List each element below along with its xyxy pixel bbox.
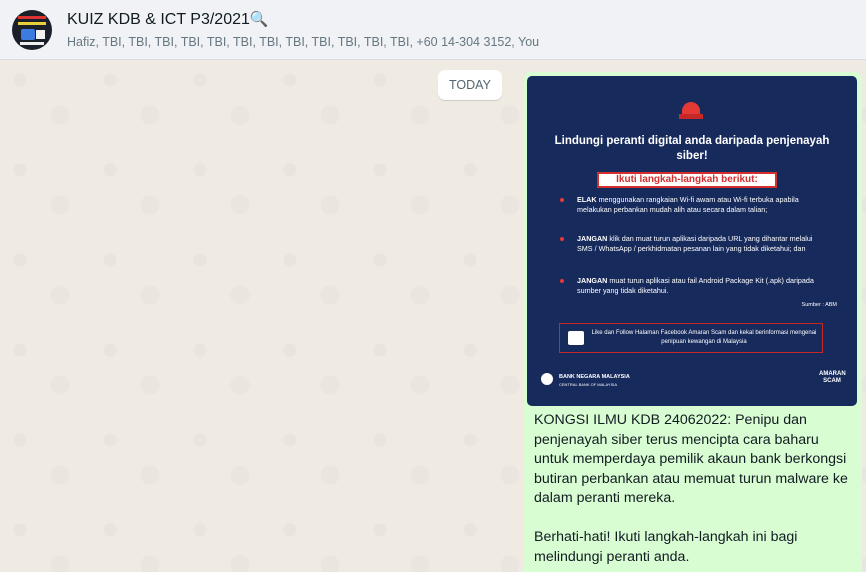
item-keyword: JANGAN [577, 234, 608, 243]
group-title-text: KUIZ KDB & ICT P3/2021 [67, 11, 250, 28]
item-text: klik dan muat turun aplikasi daripada UR… [577, 234, 813, 253]
bank-name: BANK NEGARA MALAYSIA [559, 374, 630, 380]
item-text: menggunakan rangkaian Wi-fi awam atau Wi… [577, 195, 799, 214]
chat-header[interactable]: KUIZ KDB & ICT P3/2021🔍 Hafiz, TBI, TBI,… [0, 0, 866, 60]
chat-panel[interactable]: TODAY Lindungi peranti digital anda dari… [0, 60, 866, 572]
message-text[interactable]: KONGSI ILMU KDB 24062022: Penipu dan pen… [534, 411, 856, 567]
poster-item: JANGAN klik dan muat turun aplikasi dari… [577, 234, 827, 254]
siren-icon [678, 98, 704, 120]
item-keyword: ELAK [577, 195, 597, 204]
poster-source: Sumber : ABM [801, 302, 837, 308]
group-avatar[interactable] [12, 10, 52, 50]
poster-item: ELAK menggunakan rangkaian Wi-fi awam at… [577, 195, 827, 215]
date-divider: TODAY [438, 70, 502, 100]
thumbs-up-icon [568, 331, 584, 345]
scam-logo-top: AMARAN [819, 371, 846, 377]
group-title[interactable]: KUIZ KDB & ICT P3/2021🔍 [67, 10, 269, 29]
group-participants[interactable]: Hafiz, TBI, TBI, TBI, TBI, TBI, TBI, TBI… [67, 35, 539, 49]
magnifier-icon: 🔍 [249, 11, 269, 28]
bnm-logo-icon [541, 373, 553, 385]
outgoing-message-bubble[interactable]: Lindungi peranti digital anda daripada p… [524, 72, 862, 572]
bullet-icon [560, 198, 564, 202]
item-keyword: JANGAN [577, 276, 608, 285]
item-text: muat turun aplikasi atau fail Android Pa… [577, 276, 814, 295]
bank-subname: CENTRAL BANK OF MALAYSIA [559, 382, 618, 387]
poster-banner: Ikuti langkah-langkah berikut: [597, 172, 777, 188]
bullet-icon [560, 237, 564, 241]
follow-box: Like dan Follow Halaman Facebook Amaran … [559, 323, 823, 353]
message-paragraph-2: Berhati-hati! Ikuti langkah-langkah ini … [534, 529, 798, 565]
message-paragraph-1: KONGSI ILMU KDB 24062022: Penipu dan pen… [534, 412, 848, 506]
scam-logo-bottom: SCAM [823, 378, 841, 384]
bullet-icon [560, 279, 564, 283]
amaran-scam-logo: AMARAN SCAM [819, 371, 846, 385]
poster-item: JANGAN muat turun aplikasi atau fail And… [577, 276, 827, 296]
poster-title: Lindungi peranti digital anda daripada p… [554, 135, 830, 162]
follow-text: Like dan Follow Halaman Facebook Amaran … [591, 330, 817, 345]
shared-image[interactable]: Lindungi peranti digital anda daripada p… [527, 76, 857, 406]
